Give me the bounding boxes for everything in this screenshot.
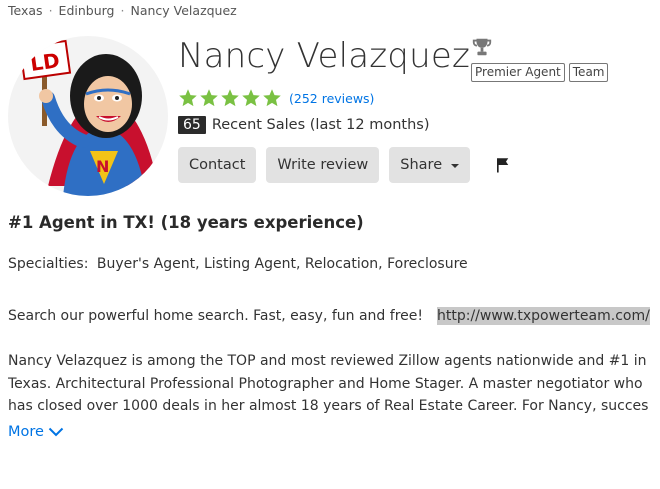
contact-button[interactable]: Contact	[178, 147, 257, 183]
trophy-icon	[472, 38, 492, 56]
bio-line: Nancy Velazquez is among the TOP and mos…	[8, 353, 647, 369]
write-review-button[interactable]: Write review	[266, 147, 380, 183]
reviews-link[interactable]: (252 reviews)	[289, 91, 374, 106]
team-badge: Team	[568, 63, 609, 82]
bio-line: has closed over 1000 deals in her almost…	[8, 398, 648, 414]
svg-text:LD: LD	[29, 48, 61, 76]
star-icon	[242, 89, 260, 107]
star-icon	[263, 89, 281, 107]
breadcrumb-edinburg[interactable]: Edinburg	[59, 3, 115, 18]
recent-sales-count: 65	[178, 116, 206, 134]
chevron-down-icon	[48, 427, 64, 437]
agent-name: Nancy Velazquez	[178, 36, 470, 76]
star-icon	[200, 89, 218, 107]
breadcrumb-separator: ·	[120, 3, 125, 18]
specialty-item: Buyer's Agent,	[96, 256, 200, 272]
breadcrumb-texas[interactable]: Texas	[8, 3, 43, 18]
breadcrumb: Texas · Edinburg · Nancy Velazquez	[8, 3, 237, 18]
agent-cartoon-image: LD N	[18, 39, 158, 196]
more-link[interactable]: More	[8, 424, 64, 440]
specialties: Specialties: Buyer's Agent, Listing Agen…	[8, 256, 468, 272]
premier-agent-badge: Premier Agent	[471, 63, 565, 82]
search-promo-text: Search our powerful home search. Fast, e…	[8, 308, 423, 324]
specialty-item: Listing Agent,	[203, 256, 301, 272]
recent-sales-label: Recent Sales (last 12 months)	[211, 117, 430, 133]
recent-sales: 65 Recent Sales (last 12 months)	[178, 116, 430, 134]
agent-headline: #1 Agent in TX! (18 years experience)	[8, 213, 364, 232]
share-button-label: Share	[400, 157, 443, 173]
rating: (252 reviews)	[178, 88, 374, 108]
star-icon	[179, 89, 197, 107]
avatar: LD N	[8, 36, 168, 196]
search-promo: Search our powerful home search. Fast, e…	[8, 307, 650, 325]
specialty-item: Foreclosure	[387, 256, 468, 272]
star-icon	[221, 89, 239, 107]
breadcrumb-agent[interactable]: Nancy Velazquez	[130, 3, 236, 18]
bio-line: Texas. Architectural Professional Photog…	[8, 375, 643, 392]
svg-text:N: N	[96, 157, 109, 176]
specialties-label: Specialties:	[8, 256, 89, 272]
more-label: More	[8, 424, 44, 440]
agent-bio: Nancy Velazquez is among the TOP and mos…	[8, 350, 648, 418]
website-link[interactable]: http://www.txpowerteam.com/	[436, 307, 650, 325]
breadcrumb-separator: ·	[48, 3, 53, 18]
agent-badges: Premier Agent Team	[471, 63, 609, 82]
specialty-item: Relocation,	[304, 256, 383, 272]
flag-icon[interactable]	[494, 156, 512, 174]
action-buttons: Contact Write review Share	[178, 147, 512, 183]
caret-down-icon	[451, 164, 460, 168]
share-button[interactable]: Share	[389, 147, 471, 183]
